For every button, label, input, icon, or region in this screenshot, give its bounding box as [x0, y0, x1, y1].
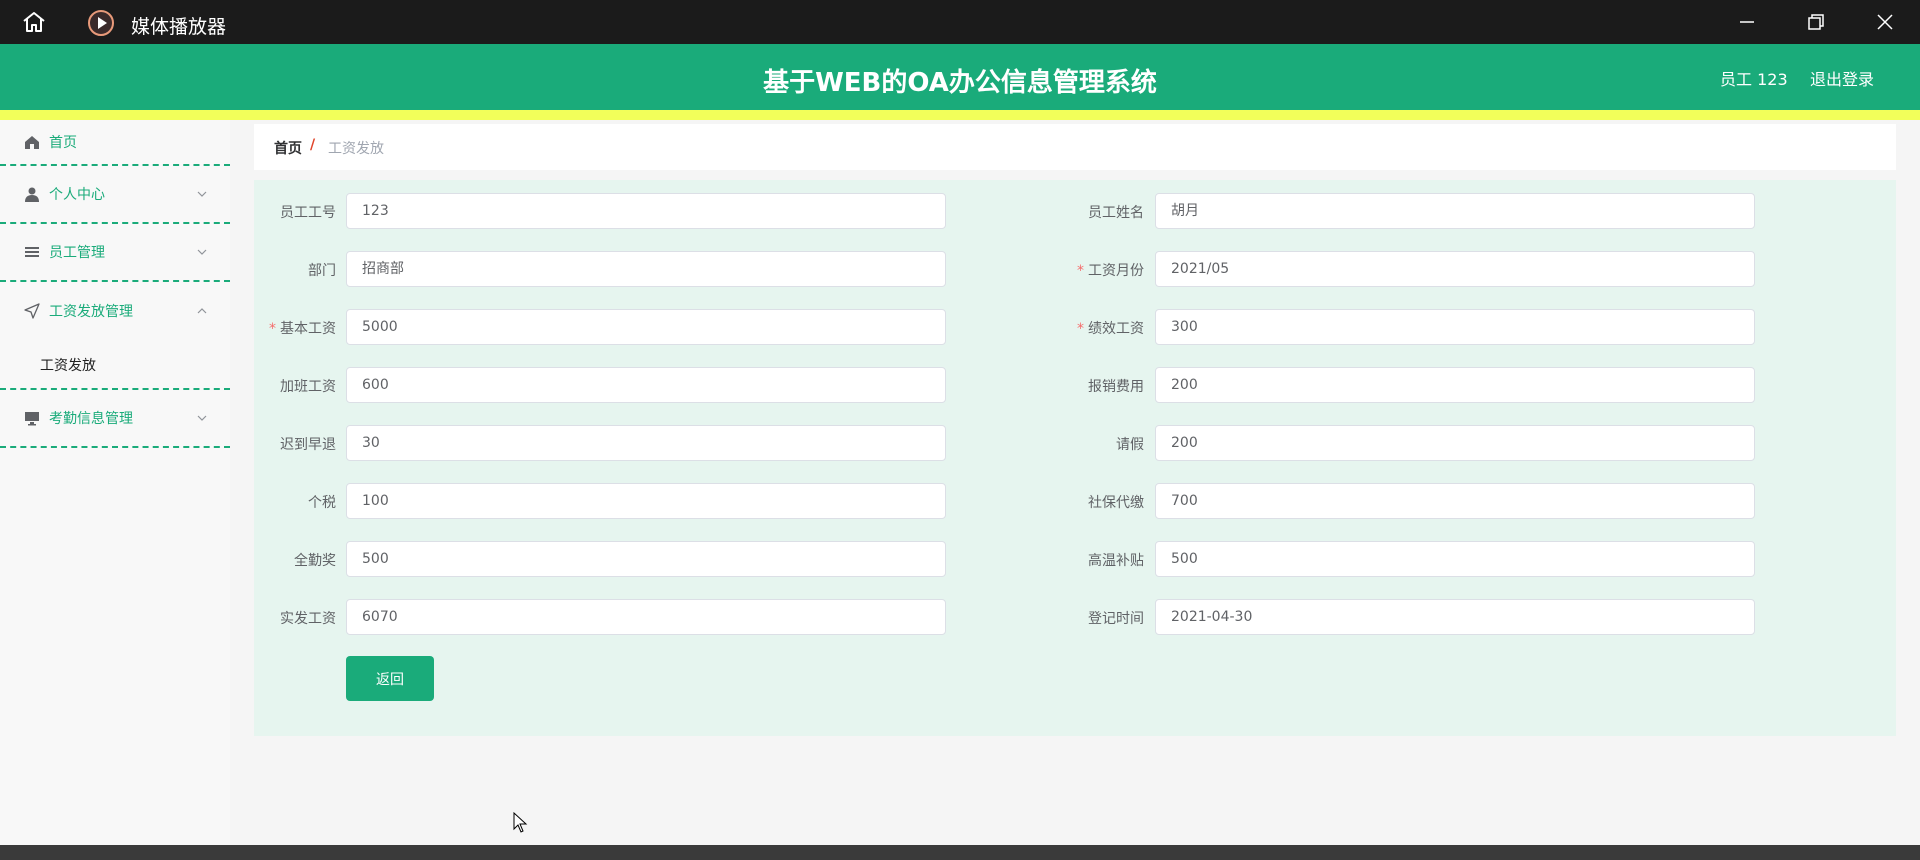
employee-no-label: 员工工号 — [280, 205, 336, 221]
list-icon — [25, 247, 39, 257]
employee-name-label: 员工姓名 — [1088, 205, 1144, 221]
send-icon — [24, 303, 40, 319]
breadcrumb-separator: / — [310, 137, 316, 153]
salary-month-field[interactable]: 2021/05 — [1155, 251, 1755, 287]
sidebar-item-salary-management[interactable]: 工资发放管理 — [0, 282, 230, 340]
chevron-down-icon — [197, 415, 207, 421]
late-early-label: 迟到早退 — [280, 437, 336, 453]
leave-label: 请假 — [1116, 437, 1144, 453]
tax-field[interactable]: 100 — [346, 483, 946, 519]
sidebar-item-personal-center[interactable]: 个人中心 — [0, 166, 230, 224]
base-salary-label: * 基本工资 — [269, 321, 336, 337]
performance-label: * 绩效工资 — [1077, 321, 1144, 337]
attendance-bonus-label: 全勤奖 — [294, 553, 336, 569]
current-user-label[interactable]: 员工 123 — [1720, 66, 1788, 90]
salary-month-label: * 工资月份 — [1077, 263, 1144, 279]
chevron-down-icon — [197, 191, 207, 197]
reimbursement-field[interactable]: 200 — [1155, 367, 1755, 403]
tax-label: 个税 — [308, 495, 336, 511]
record-time-label: 登记时间 — [1088, 611, 1144, 627]
logout-link[interactable]: 退出登录 — [1810, 66, 1874, 90]
attendance-bonus-field[interactable]: 500 — [346, 541, 946, 577]
bottom-taskbar — [0, 845, 1920, 860]
user-icon — [25, 187, 39, 202]
breadcrumb: 首页 / 工资发放 — [254, 124, 1896, 170]
home-icon[interactable] — [22, 11, 46, 33]
net-salary-label: 实发工资 — [280, 611, 336, 627]
sidebar-item-label: 首页 — [49, 135, 77, 151]
breadcrumb-home[interactable]: 首页 — [274, 138, 302, 158]
performance-field[interactable]: 300 — [1155, 309, 1755, 345]
sidebar-item-label: 个人中心 — [49, 187, 105, 203]
sidebar-item-attendance-management[interactable]: 考勤信息管理 — [0, 390, 230, 448]
app-title: 基于WEB的OA办公信息管理系统 — [763, 68, 1157, 98]
mouse-cursor-icon — [513, 812, 528, 833]
window-title: 媒体播放器 — [131, 16, 227, 38]
sidebar: 首页 个人中心 员工管理 工资发放管理 工资发放 考勤信息管理 — [0, 120, 230, 845]
social-security-label: 社保代缴 — [1088, 495, 1144, 511]
social-security-field[interactable]: 700 — [1155, 483, 1755, 519]
breadcrumb-current: 工资发放 — [328, 141, 384, 157]
record-time-field[interactable]: 2021-04-30 — [1155, 599, 1755, 635]
sidebar-item-employee-management[interactable]: 员工管理 — [0, 224, 230, 282]
sidebar-subitem-salary-payment[interactable]: 工资发放 — [0, 340, 230, 390]
chevron-up-icon — [197, 308, 207, 314]
late-early-field[interactable]: 30 — [346, 425, 946, 461]
heat-allowance-field[interactable]: 500 — [1155, 541, 1755, 577]
restore-icon[interactable] — [1806, 12, 1826, 32]
sidebar-item-label: 工资发放管理 — [49, 304, 133, 320]
close-icon[interactable] — [1875, 12, 1895, 32]
sidebar-item-label: 员工管理 — [49, 245, 105, 261]
department-field[interactable]: 招商部 — [346, 251, 946, 287]
minimize-icon[interactable] — [1737, 12, 1757, 32]
leave-field[interactable]: 200 — [1155, 425, 1755, 461]
back-button[interactable]: 返回 — [346, 656, 434, 701]
sidebar-subitem-label: 工资发放 — [40, 358, 96, 374]
header-accent-bar — [0, 110, 1920, 120]
employee-name-field[interactable]: 胡月 — [1155, 193, 1755, 229]
reimbursement-label: 报销费用 — [1088, 379, 1144, 395]
sidebar-item-home[interactable]: 首页 — [0, 120, 230, 166]
monitor-icon — [25, 412, 39, 426]
window-titlebar: 媒体播放器 — [0, 0, 1920, 44]
overtime-field[interactable]: 600 — [346, 367, 946, 403]
overtime-label: 加班工资 — [280, 379, 336, 395]
net-salary-field[interactable]: 6070 — [346, 599, 946, 635]
heat-allowance-label: 高温补贴 — [1088, 553, 1144, 569]
department-label: 部门 — [308, 263, 336, 279]
base-salary-field[interactable]: 5000 — [346, 309, 946, 345]
sidebar-item-label: 考勤信息管理 — [49, 411, 133, 427]
media-player-icon — [88, 10, 114, 36]
employee-no-field[interactable]: 123 — [346, 193, 946, 229]
chevron-down-icon — [197, 249, 207, 255]
home-icon — [25, 136, 39, 149]
